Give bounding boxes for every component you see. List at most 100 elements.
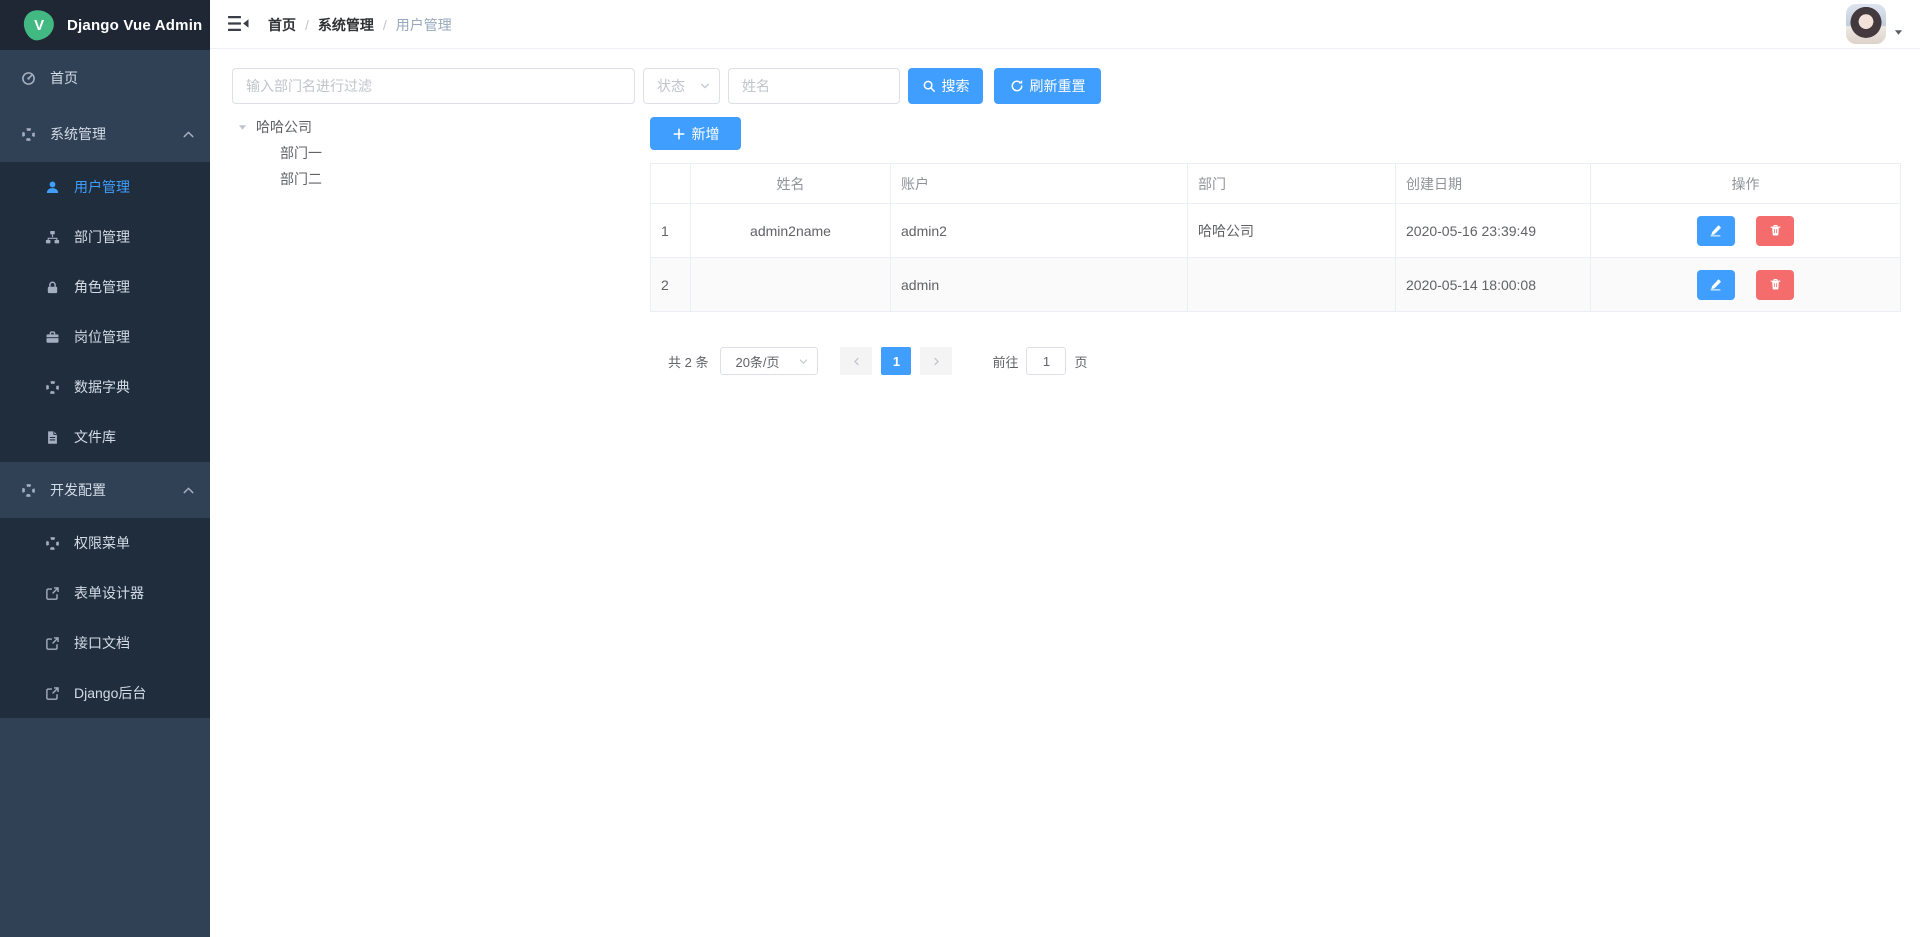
add-button-label: 新增 xyxy=(692,124,720,144)
breadcrumb: 首页 / 系统管理 / 用户管理 xyxy=(268,0,452,49)
app-logo-bar[interactable]: V Django Vue Admin xyxy=(0,0,210,50)
search-icon xyxy=(922,79,936,93)
pencil-icon xyxy=(1709,224,1722,237)
cell-dept xyxy=(1188,258,1396,312)
org-chart-icon xyxy=(45,230,60,245)
sidebar-item-django-admin[interactable]: Django后台 xyxy=(0,668,210,718)
chevron-left-icon xyxy=(851,356,862,367)
user-avatar[interactable] xyxy=(1846,4,1886,44)
delete-button[interactable] xyxy=(1756,270,1794,300)
breadcrumb-item-current: 用户管理 xyxy=(396,15,452,35)
user-menu[interactable] xyxy=(1846,4,1904,44)
tree-node-root[interactable]: 哈哈公司 xyxy=(232,114,635,140)
cell-created: 2020-05-14 18:00:08 xyxy=(1396,258,1591,312)
sidebar-item-label: 接口文档 xyxy=(74,633,130,653)
component-icon xyxy=(21,483,36,498)
name-filter-input[interactable] xyxy=(728,68,900,104)
edit-button[interactable] xyxy=(1697,216,1735,246)
sidebar-item-label: 文件库 xyxy=(74,427,116,447)
page-number-button[interactable]: 1 xyxy=(881,347,911,375)
sidebar-item-permission-menu[interactable]: 权限菜单 xyxy=(0,518,210,568)
sidebar-item-label: 权限菜单 xyxy=(74,533,130,553)
app-title: Django Vue Admin xyxy=(67,17,202,34)
sidebar-submenu-dev-config: 权限菜单 表单设计器 接口文档 Django后台 xyxy=(0,518,210,718)
breadcrumb-separator: / xyxy=(305,17,309,33)
app-logo-icon: V xyxy=(22,8,56,42)
tree-node-child[interactable]: 部门二 xyxy=(232,166,635,192)
sidebar-item-label: 角色管理 xyxy=(74,277,130,297)
trash-icon xyxy=(1769,224,1782,237)
sidebar-item-label: 岗位管理 xyxy=(74,327,130,347)
user-table: 姓名 账户 部门 创建日期 操作 1 admin2name admin2 哈哈公… xyxy=(650,163,1901,312)
column-header-name: 姓名 xyxy=(691,164,891,204)
add-button[interactable]: 新增 xyxy=(650,117,741,150)
sidebar-item-label: Django后台 xyxy=(74,683,146,703)
jumper-prefix: 前往 xyxy=(992,352,1018,371)
column-header-index xyxy=(651,164,691,204)
dept-filter-input[interactable] xyxy=(232,68,635,104)
table-row: 2 admin 2020-05-14 18:00:08 xyxy=(651,258,1901,312)
status-select-placeholder: 状态 xyxy=(657,76,685,96)
pagination: 共 2 条 20条/页 1 前往 页 xyxy=(650,347,1088,375)
cell-account: admin2 xyxy=(891,204,1188,258)
main-area: 首页 / 系统管理 / 用户管理 状态 搜索 刷新重置 xyxy=(210,0,1920,937)
cell-index: 2 xyxy=(651,258,691,312)
sidebar-item-label: 首页 xyxy=(50,68,78,88)
sidebar-item-label: 数据字典 xyxy=(74,377,130,397)
column-header-account: 账户 xyxy=(891,164,1188,204)
delete-button[interactable] xyxy=(1756,216,1794,246)
sidebar-item-role-mgmt[interactable]: 角色管理 xyxy=(0,262,210,312)
refresh-reset-button[interactable]: 刷新重置 xyxy=(994,68,1101,104)
sidebar-item-post-mgmt[interactable]: 岗位管理 xyxy=(0,312,210,362)
dept-tree: 哈哈公司 部门一 部门二 xyxy=(232,114,635,192)
document-icon xyxy=(45,430,60,445)
external-link-icon xyxy=(45,636,60,651)
sidebar-item-user-mgmt[interactable]: 用户管理 xyxy=(0,162,210,212)
cell-actions xyxy=(1591,204,1901,258)
cell-name: admin2name xyxy=(691,204,891,258)
sidebar-item-data-dict[interactable]: 数据字典 xyxy=(0,362,210,412)
page-size-value: 20条/页 xyxy=(735,352,779,371)
table-header-row: 姓名 账户 部门 创建日期 操作 xyxy=(651,164,1901,204)
component-icon xyxy=(45,536,60,551)
prev-page-button[interactable] xyxy=(840,347,872,375)
chevron-up-icon xyxy=(181,127,196,142)
caret-down-icon[interactable] xyxy=(237,122,248,133)
breadcrumb-item-home[interactable]: 首页 xyxy=(268,15,296,35)
sidebar-section-system[interactable]: 系统管理 xyxy=(0,106,210,162)
sidebar-item-dept-mgmt[interactable]: 部门管理 xyxy=(0,212,210,262)
column-header-dept: 部门 xyxy=(1188,164,1396,204)
external-link-icon xyxy=(45,686,60,701)
sidebar-toggle-hamburger-icon[interactable] xyxy=(228,15,249,32)
page-size-select[interactable]: 20条/页 xyxy=(720,347,818,375)
jumper-suffix: 页 xyxy=(1074,352,1087,371)
sidebar-section-dev-config[interactable]: 开发配置 xyxy=(0,462,210,518)
sidebar-item-label: 用户管理 xyxy=(74,177,130,197)
page-jumper-input[interactable] xyxy=(1026,347,1066,375)
edit-button[interactable] xyxy=(1697,270,1735,300)
sidebar: V Django Vue Admin 首页 系统管理 用户管理 xyxy=(0,0,210,937)
tree-node-child[interactable]: 部门一 xyxy=(232,140,635,166)
next-page-button[interactable] xyxy=(920,347,952,375)
sidebar-item-file-library[interactable]: 文件库 xyxy=(0,412,210,462)
cell-dept: 哈哈公司 xyxy=(1188,204,1396,258)
sidebar-item-api-docs[interactable]: 接口文档 xyxy=(0,618,210,668)
sidebar-item-home[interactable]: 首页 xyxy=(0,50,210,106)
chevron-down-icon xyxy=(798,356,809,367)
cell-name xyxy=(691,258,891,312)
breadcrumb-item-system[interactable]: 系统管理 xyxy=(318,15,374,35)
status-select[interactable]: 状态 xyxy=(643,68,720,104)
cell-created: 2020-05-16 23:39:49 xyxy=(1396,204,1591,258)
column-header-actions: 操作 xyxy=(1591,164,1901,204)
component-icon xyxy=(21,127,36,142)
topbar: 首页 / 系统管理 / 用户管理 xyxy=(210,0,1920,49)
chevron-down-icon xyxy=(699,80,711,92)
sidebar-menu: 首页 系统管理 用户管理 部门管理 角色管理 xyxy=(0,50,210,718)
briefcase-icon xyxy=(45,330,60,345)
app-root: V Django Vue Admin 首页 系统管理 用户管理 xyxy=(0,0,1920,937)
sidebar-section-label: 开发配置 xyxy=(50,480,106,500)
dashboard-icon xyxy=(21,71,36,86)
search-button[interactable]: 搜索 xyxy=(908,68,983,104)
chevron-right-icon xyxy=(931,356,942,367)
sidebar-item-form-designer[interactable]: 表单设计器 xyxy=(0,568,210,618)
